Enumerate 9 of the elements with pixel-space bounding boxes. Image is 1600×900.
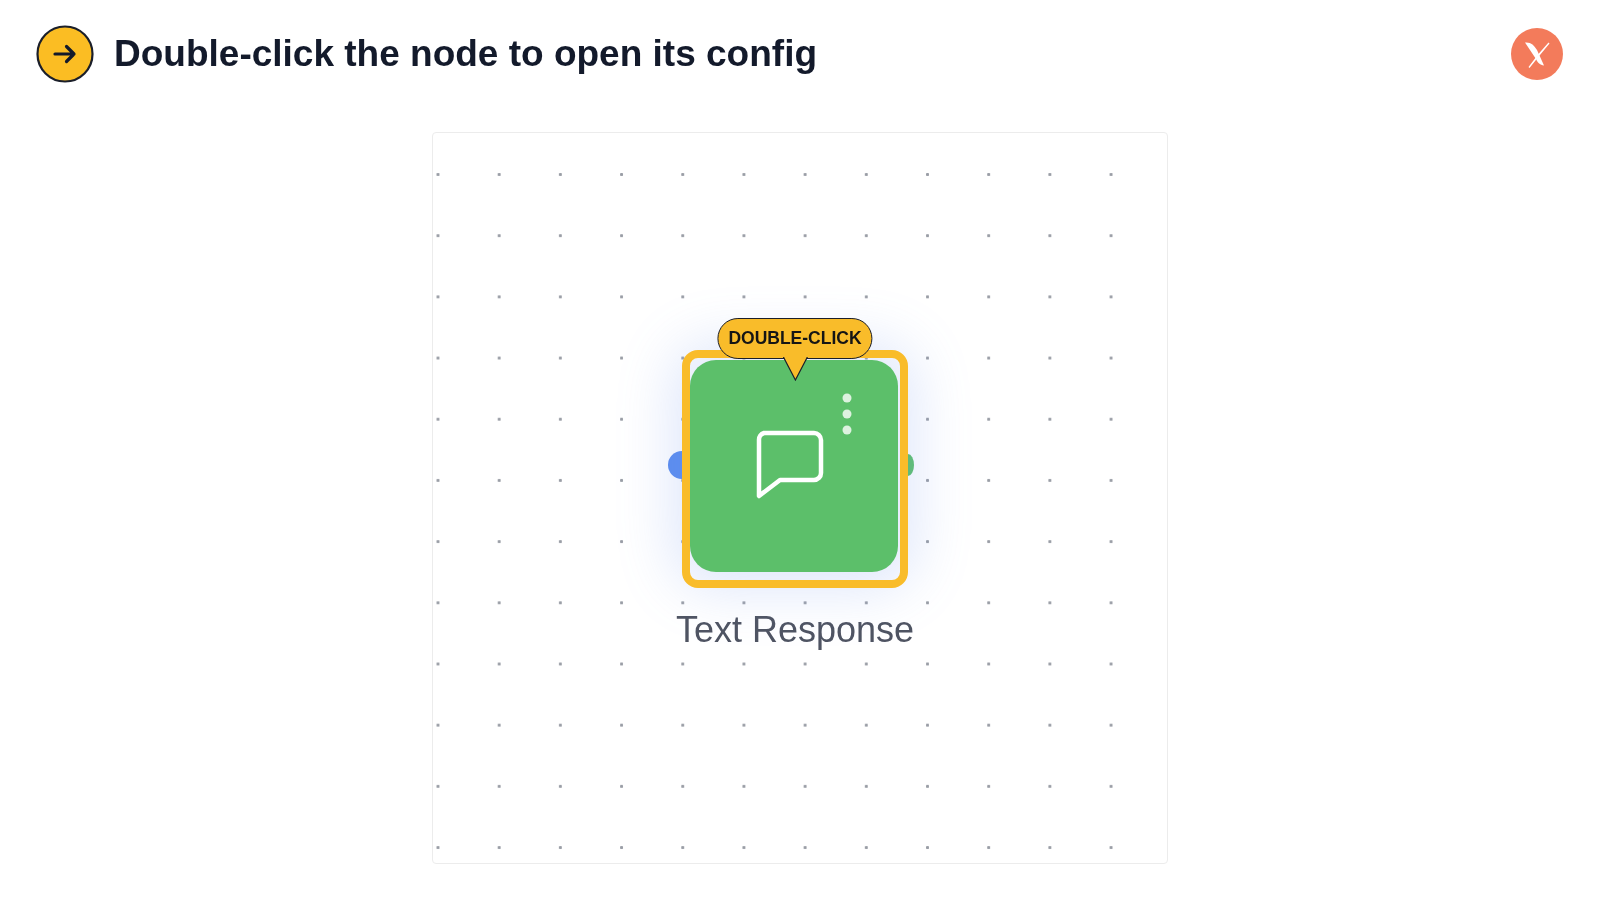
arrow-right-icon xyxy=(36,25,94,83)
node-label: Text Response xyxy=(675,608,915,652)
input-port-icon[interactable] xyxy=(667,451,682,479)
output-port-icon[interactable] xyxy=(908,454,914,476)
logo-icon xyxy=(1511,28,1563,80)
instruction-title: Double-click the node to open its config xyxy=(114,32,818,76)
more-dots-icon[interactable] xyxy=(842,393,852,435)
flow-node[interactable] xyxy=(690,360,898,572)
tooltip-pointer-icon xyxy=(782,357,808,381)
